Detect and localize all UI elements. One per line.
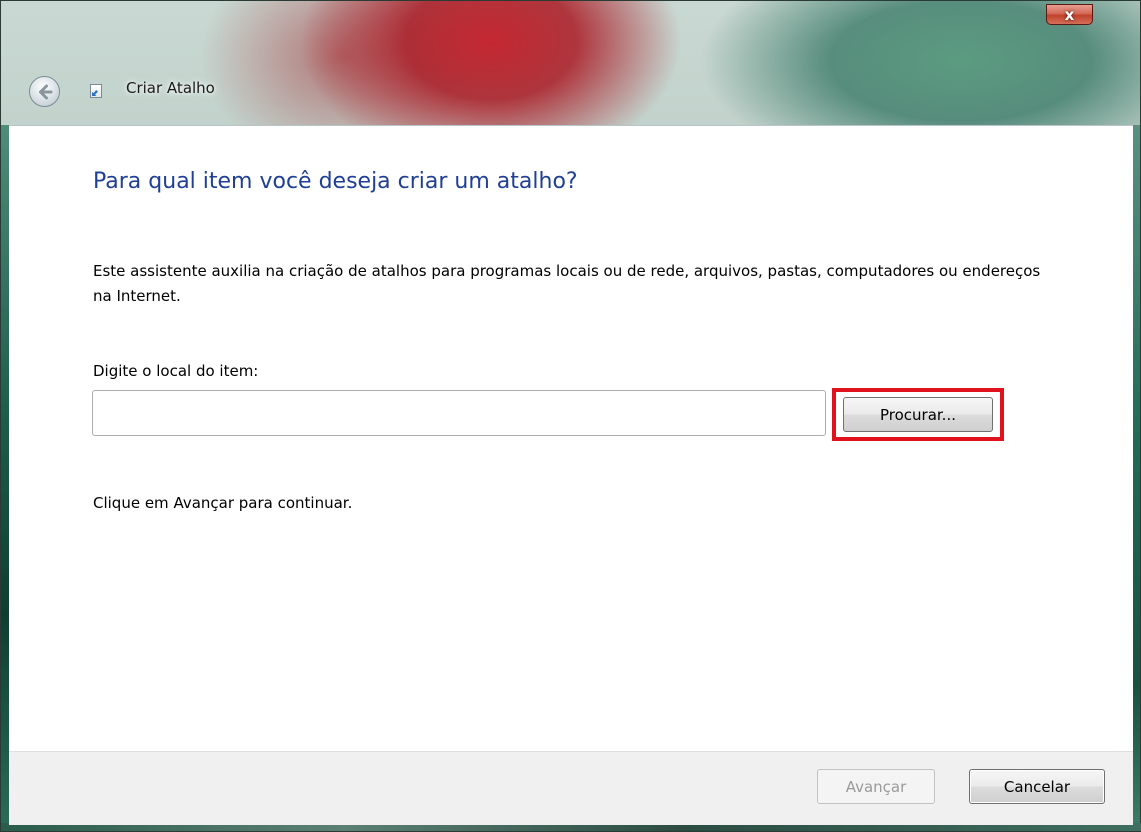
shortcut-icon [90, 84, 102, 98]
wizard-description: Este assistente auxilia na criação de at… [93, 262, 1041, 305]
page-heading: Para qual item você deseja criar um atal… [93, 169, 578, 194]
wizard-content: Para qual item você deseja criar um atal… [9, 125, 1133, 752]
wizard-footer: Avançar Cancelar [9, 751, 1133, 825]
back-arrow-icon [38, 84, 52, 99]
browse-button[interactable]: Procurar... [843, 397, 993, 432]
cancel-button[interactable]: Cancelar [969, 769, 1105, 804]
continue-hint: Clique em Avançar para continuar. [93, 494, 353, 512]
dialog-window: x Criar Atalho Para qual item você desej… [0, 0, 1141, 832]
location-input[interactable] [92, 390, 826, 436]
back-button[interactable] [29, 76, 60, 107]
window-border-right [1132, 125, 1140, 825]
close-button[interactable]: x [1046, 4, 1093, 25]
next-button[interactable]: Avançar [817, 769, 935, 804]
location-label: Digite o local do item: [93, 362, 259, 380]
window-title: Criar Atalho [126, 79, 215, 97]
close-icon: x [1064, 5, 1075, 24]
